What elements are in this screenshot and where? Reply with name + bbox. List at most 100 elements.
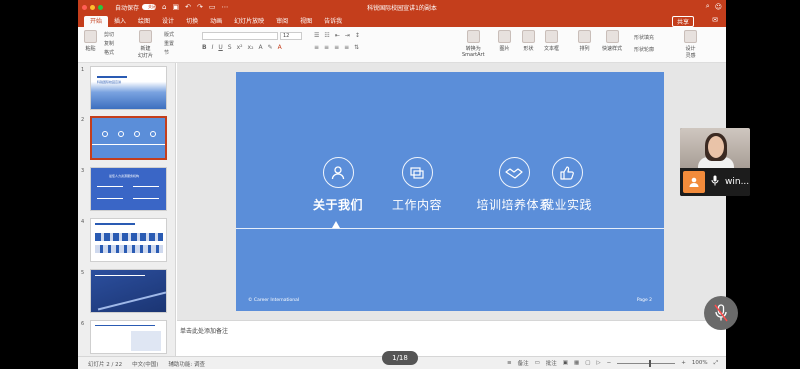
fit-slide-icon[interactable]: ⤢ xyxy=(714,360,718,367)
reading-view-icon[interactable]: ▢ xyxy=(585,360,590,366)
tab-view[interactable]: 视图 xyxy=(294,16,318,27)
user-icon[interactable]: ☺ xyxy=(715,3,722,11)
more-icon[interactable]: ⋯ xyxy=(221,3,228,11)
notes-toggle-label[interactable]: 备注 xyxy=(518,359,529,367)
screen-border-left xyxy=(0,0,78,369)
accessibility-indicator[interactable]: 辅助功能: 调查 xyxy=(168,360,205,368)
thumbnail-1[interactable]: 1 科锐国际校园宣讲 xyxy=(78,66,176,116)
designer-button[interactable]: 设计 灵感 xyxy=(684,30,697,59)
zoom-in-icon[interactable]: + xyxy=(681,360,686,366)
notes-pane[interactable]: 单击此处添加备注 xyxy=(177,320,726,356)
mute-microphone-button[interactable] xyxy=(704,296,738,330)
reset-button[interactable]: 重置 xyxy=(164,40,174,47)
slideshow-view-icon[interactable]: ▷ xyxy=(596,360,600,366)
font-name-input[interactable] xyxy=(202,32,278,40)
thumbnail-5[interactable]: 5 xyxy=(78,269,176,319)
line-spacing-icon[interactable]: ↕ xyxy=(355,32,360,39)
shape-outline-button[interactable]: 形状轮廓 xyxy=(634,46,654,53)
font-color-icon[interactable]: A xyxy=(278,44,282,51)
copy-button[interactable]: 复制 xyxy=(104,40,114,47)
layout-button[interactable]: 版式 xyxy=(164,31,174,38)
autosave-toggle[interactable]: 自动保存 关闭 xyxy=(115,3,157,12)
close-window-button[interactable] xyxy=(82,4,87,10)
notes-toggle-icon[interactable]: ≡ xyxy=(507,360,512,366)
text-direction-icon[interactable]: ⇅ xyxy=(354,44,359,51)
menu-item-about[interactable]: 关于我们 xyxy=(293,157,383,213)
current-slide[interactable]: 关于我们 工作内容 培训培养体系 就业实践 © Career Internati… xyxy=(236,72,664,311)
section-button[interactable]: 节 xyxy=(164,49,169,56)
font-size-input[interactable]: 12 xyxy=(280,32,302,40)
zoom-slider[interactable] xyxy=(617,359,676,367)
normal-view-icon[interactable]: ▣ xyxy=(563,360,568,366)
search-icon[interactable]: ⌕ xyxy=(706,2,710,11)
save-icon[interactable]: ▣ xyxy=(172,3,179,11)
quick-styles-button[interactable]: 快速样式 xyxy=(602,30,622,52)
italic-icon[interactable]: I xyxy=(212,44,214,51)
format-painter-button[interactable]: 格式 xyxy=(104,49,114,56)
new-slide-button[interactable]: 新建 幻灯片 xyxy=(138,30,153,59)
thumbnail-3[interactable]: 3 最佳人力资源服务机构 xyxy=(78,167,176,217)
cut-button[interactable]: 剪切 xyxy=(104,31,114,38)
comment-icon[interactable]: ✉ xyxy=(712,16,718,24)
comments-icon[interactable]: ▭ xyxy=(535,360,540,366)
textbox-button[interactable]: 文本框 xyxy=(544,30,559,52)
thumbnail-2[interactable]: 2 xyxy=(78,116,176,166)
paste-button[interactable]: 粘贴 xyxy=(84,30,97,52)
tab-review[interactable]: 审阅 xyxy=(270,16,294,27)
minimize-window-button[interactable] xyxy=(90,4,95,10)
slide-footer-copyright: © Career International xyxy=(248,298,300,303)
slide-thumbnails-panel[interactable]: 1 科锐国际校园宣讲 2 3 最佳人力资源服务机构 4 5 6 xyxy=(78,63,176,356)
shape-button[interactable]: 形状 xyxy=(522,30,535,52)
autosave-switch[interactable]: 关闭 xyxy=(142,4,157,10)
bullets-icon[interactable]: ☰ xyxy=(314,32,319,39)
menu-item-work[interactable]: 工作内容 xyxy=(372,157,462,213)
sorter-view-icon[interactable]: ▦ xyxy=(574,360,579,366)
picture-button[interactable]: 图片 xyxy=(498,30,511,52)
text-effects-icon[interactable]: A xyxy=(259,44,263,51)
menu-item-practice[interactable]: 就业实践 xyxy=(522,157,612,213)
undo-icon[interactable]: ↶ xyxy=(185,3,191,11)
underline-icon[interactable]: U xyxy=(218,44,222,51)
align-center-icon[interactable]: ≡ xyxy=(324,44,329,51)
tab-design[interactable]: 设计 xyxy=(156,16,180,27)
justify-icon[interactable]: ≡ xyxy=(344,44,349,51)
share-button[interactable]: 共享 xyxy=(671,16,694,27)
language-indicator[interactable]: 中文(中国) xyxy=(132,360,158,368)
convert-smartart-button[interactable]: 转换为 SmartArt xyxy=(462,30,485,58)
video-call-tile[interactable]: win... xyxy=(680,128,750,196)
align-right-icon[interactable]: ≡ xyxy=(334,44,339,51)
zoom-level[interactable]: 100% xyxy=(692,360,708,366)
thumbnail-image xyxy=(90,218,167,262)
shape-fill-button[interactable]: 形状填充 xyxy=(634,34,654,41)
tab-animations[interactable]: 动画 xyxy=(204,16,228,27)
zoom-out-icon[interactable]: − xyxy=(607,360,612,366)
arrange-label: 排列 xyxy=(579,46,590,52)
slide-editor-canvas[interactable]: 关于我们 工作内容 培训培养体系 就业实践 © Career Internati… xyxy=(177,63,726,320)
subscript-icon[interactable]: x₂ xyxy=(248,44,254,51)
tab-transitions[interactable]: 切换 xyxy=(180,16,204,27)
indent-increase-icon[interactable]: ⇥ xyxy=(345,32,350,39)
page-indicator: 1/18 xyxy=(382,351,418,365)
tab-draw[interactable]: 绘图 xyxy=(132,16,156,27)
home-icon[interactable]: ⌂ xyxy=(162,3,166,11)
tab-slideshow[interactable]: 幻灯片放映 xyxy=(228,16,270,27)
tab-tell-me[interactable]: 告诉我 xyxy=(318,16,348,27)
arrange-button[interactable]: 排列 xyxy=(578,30,591,52)
strikethrough-icon[interactable]: S xyxy=(228,44,232,51)
numbering-icon[interactable]: ☷ xyxy=(324,32,329,39)
comments-toggle-label[interactable]: 批注 xyxy=(546,359,557,367)
indent-decrease-icon[interactable]: ⇤ xyxy=(335,32,340,39)
align-left-icon[interactable]: ≡ xyxy=(314,44,319,51)
zoom-window-button[interactable] xyxy=(98,4,103,10)
menu-label-about: 关于我们 xyxy=(312,198,363,212)
tab-home[interactable]: 开始 xyxy=(84,16,109,27)
superscript-icon[interactable]: x² xyxy=(237,44,243,51)
tab-insert[interactable]: 插入 xyxy=(108,16,132,27)
redo-icon[interactable]: ↷ xyxy=(197,3,203,11)
highlight-icon[interactable]: ✎ xyxy=(268,44,273,51)
bold-icon[interactable]: B xyxy=(202,44,207,51)
thumbnail-number: 6 xyxy=(81,321,85,327)
thumbnail-4[interactable]: 4 xyxy=(78,218,176,268)
zoom-slider-knob[interactable] xyxy=(649,359,652,367)
present-icon[interactable]: ▭ xyxy=(209,3,216,11)
